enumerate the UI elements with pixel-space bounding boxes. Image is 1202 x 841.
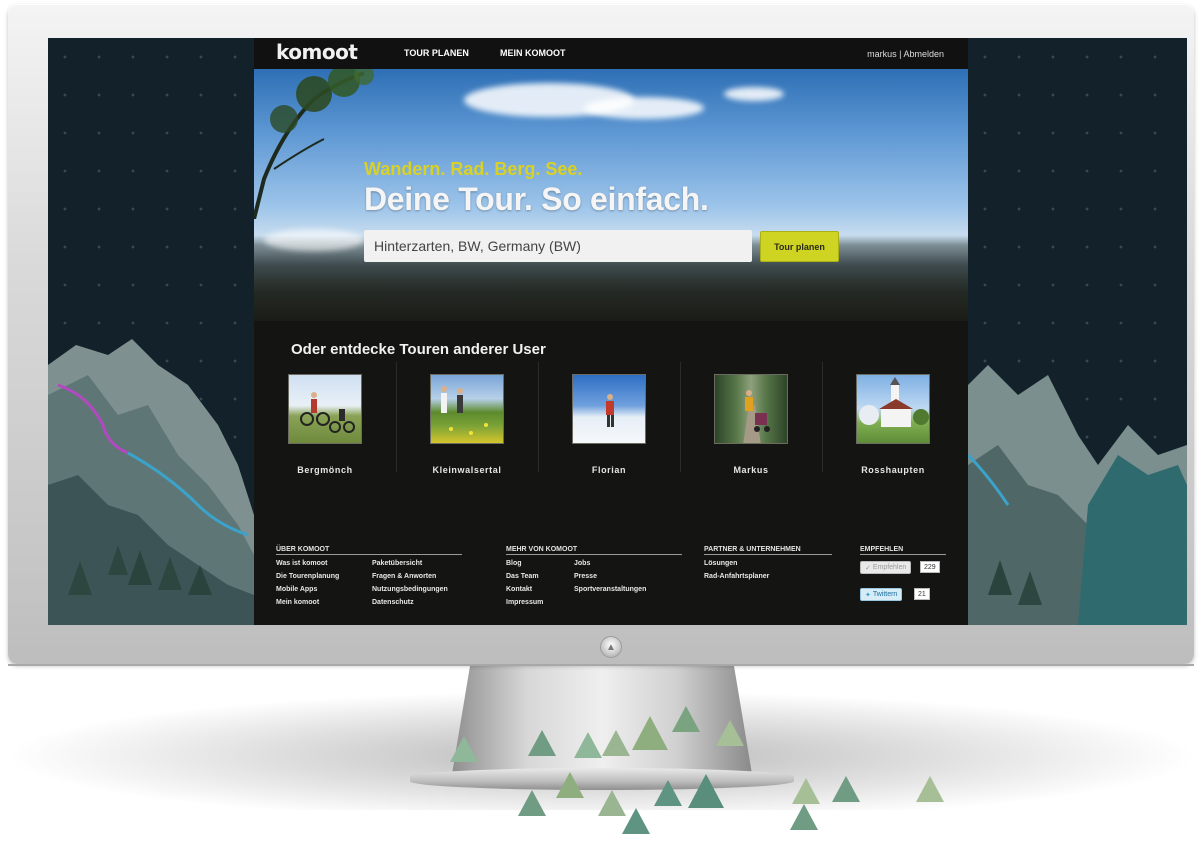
bike-photo-icon[interactable] [288, 374, 362, 444]
left-mountain-illustration [48, 339, 254, 625]
stage: ▲ komoot TOUR PLANEN MEIN KOMOOT markus … [0, 0, 1202, 841]
check-icon: ✓ [865, 564, 873, 572]
footer-link[interactable]: Die Tourenplanung [276, 573, 339, 580]
decor-tree-icon [654, 780, 682, 806]
twitter-button[interactable]: ✦ Twittern [860, 588, 903, 601]
decor-tree-icon [528, 730, 556, 756]
footer-link[interactable]: Mobile Apps [276, 586, 317, 593]
recommend-count: 229 [920, 561, 940, 573]
hero-cloud [264, 229, 364, 251]
decor-tree-icon [622, 808, 650, 834]
footer-link[interactable]: Jobs [574, 560, 590, 567]
tour-label[interactable]: Kleinwalsertal [396, 465, 538, 475]
footer-recommend-title: EMPFEHLEN [860, 546, 946, 555]
footer-link[interactable]: Mein komoot [276, 599, 319, 606]
nav-mein-komoot[interactable]: MEIN KOMOOT [500, 48, 566, 58]
twitter-bird-icon: ✦ [865, 591, 873, 599]
left-background-pattern [48, 38, 254, 625]
nav-tour-planen[interactable]: TOUR PLANEN [404, 48, 469, 58]
monitor-screen: komoot TOUR PLANEN MEIN KOMOOT markus | … [48, 38, 1187, 625]
decor-tree-icon [672, 706, 700, 732]
user-tours-list: Bergmönch Kleinwalsertal Florian Markus … [254, 362, 968, 482]
decor-tree-icon [716, 720, 744, 746]
decor-tree-icon [832, 776, 860, 802]
decor-tree-icon [574, 732, 602, 758]
footer-link[interactable]: Blog [506, 560, 522, 567]
footer-link[interactable]: Lösungen [704, 560, 737, 567]
decor-tree-icon [518, 790, 546, 816]
twitter-count: 21 [914, 588, 930, 600]
right-background-pattern [968, 38, 1187, 625]
decor-tree-icon [792, 778, 820, 804]
top-navigation: komoot TOUR PLANEN MEIN KOMOOT markus | … [254, 38, 968, 69]
tour-label[interactable]: Florian [538, 465, 680, 475]
footer-link[interactable]: Kontakt [506, 586, 532, 593]
tour-card[interactable]: Kleinwalsertal [396, 372, 538, 482]
footer-link[interactable]: Nutzungsbedingungen [372, 586, 448, 593]
user-area: markus | Abmelden [867, 49, 944, 59]
decor-tree-icon [790, 804, 818, 830]
hero-title: Deine Tour. So einfach. [364, 181, 709, 217]
hero-cloud [724, 87, 784, 101]
decor-tree-icon [632, 716, 668, 750]
footer-link[interactable]: Paketübersicht [372, 560, 422, 567]
meadow-photo-icon[interactable] [430, 374, 504, 444]
forest-path-photo-icon[interactable] [714, 374, 788, 444]
snow-photo-icon[interactable] [572, 374, 646, 444]
tour-card[interactable]: Markus [680, 372, 822, 482]
discover-title: Oder entdecke Touren anderer User [291, 341, 546, 358]
apple-logo-icon: ▲ [600, 636, 622, 658]
komoot-website: komoot TOUR PLANEN MEIN KOMOOT markus | … [254, 38, 968, 625]
footer-link[interactable]: Datenschutz [372, 599, 414, 606]
footer-link[interactable]: Presse [574, 573, 597, 580]
user-separator: | [899, 49, 902, 59]
tour-search-input[interactable] [364, 230, 752, 262]
tour-card[interactable]: Bergmönch [254, 372, 396, 482]
footer-link[interactable]: Rad-Anfahrtsplaner [704, 573, 769, 580]
hero-banner: Wandern. Rad. Berg. See. Deine Tour. So … [254, 69, 968, 321]
tour-card[interactable]: Florian [538, 372, 680, 482]
chapel-photo-icon[interactable] [856, 374, 930, 444]
user-name-link[interactable]: markus [867, 49, 897, 59]
footer-link[interactable]: Sportveranstaltungen [574, 586, 646, 593]
decor-tree-icon [556, 772, 584, 798]
tour-label[interactable]: Bergmönch [254, 465, 396, 475]
recommend-button[interactable]: ✓ Empfehlen [860, 561, 912, 574]
footer-link[interactable]: Impressum [506, 599, 543, 606]
decor-tree-icon [688, 774, 724, 808]
hero-cloud [584, 97, 704, 119]
footer-link[interactable]: Was ist komoot [276, 560, 327, 567]
footer-partner-title: PARTNER & UNTERNEHMEN [704, 546, 832, 555]
monitor-stand-neck [452, 666, 752, 774]
tour-card[interactable]: Rosshaupten [822, 372, 964, 482]
monitor-edge [8, 664, 1194, 666]
footer-more-title: MEHR VON KOMOOT [506, 546, 682, 555]
decor-tree-icon [450, 736, 478, 762]
logout-link[interactable]: Abmelden [903, 49, 944, 59]
right-mountain-illustration [968, 365, 1187, 625]
footer-link[interactable]: Fragen & Anworten [372, 573, 436, 580]
site-footer: ÜBER KOMOOT Was ist komoot Die Tourenpla… [254, 541, 968, 625]
hero-tagline: Wandern. Rad. Berg. See. [364, 159, 583, 179]
monitor-stand-base [410, 768, 794, 790]
footer-link[interactable]: Das Team [506, 573, 539, 580]
tour-label[interactable]: Rosshaupten [822, 465, 964, 475]
twitter-label: Twittern [872, 591, 898, 598]
decor-tree-icon [602, 730, 630, 756]
tour-label[interactable]: Markus [680, 465, 822, 475]
recommend-label: Empfehlen [872, 564, 907, 571]
footer-about-title: ÜBER KOMOOT [276, 546, 462, 555]
decor-tree-icon [916, 776, 944, 802]
komoot-logo[interactable]: komoot [276, 40, 358, 64]
tour-planen-button[interactable]: Tour planen [760, 231, 839, 262]
